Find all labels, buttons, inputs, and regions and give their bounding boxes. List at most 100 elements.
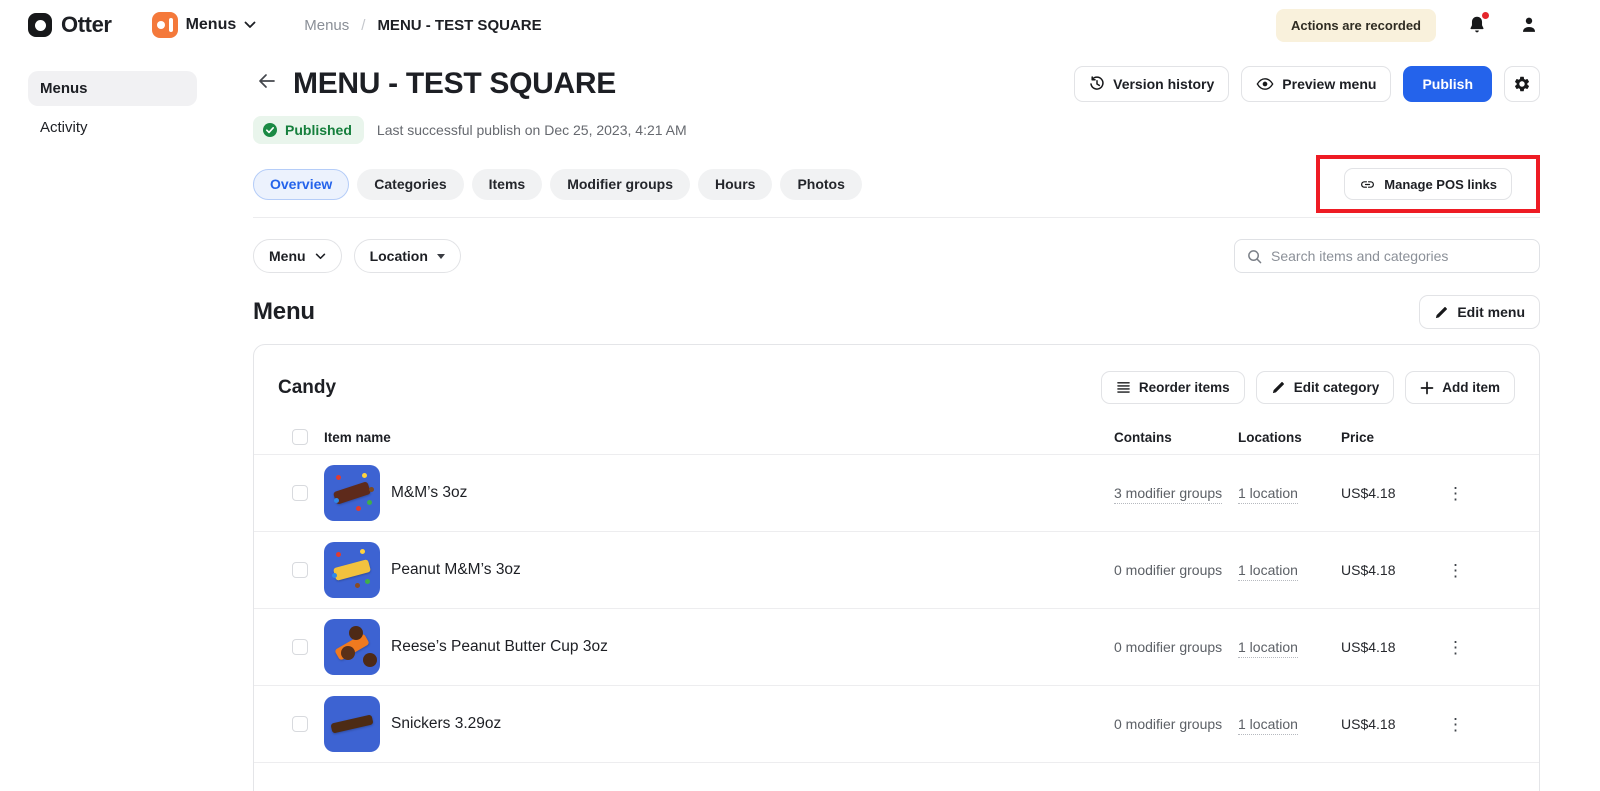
user-icon [1518,14,1540,36]
brand-name: Otter [61,12,112,38]
top-bar: Otter Menus Menus / MENU - TEST SQUARE A… [0,0,1600,50]
back-arrow-icon [257,72,277,90]
search-icon [1247,249,1262,264]
manage-pos-links-label: Manage POS links [1384,177,1497,192]
item-image [324,619,380,675]
pencil-icon [1434,305,1449,320]
table-header-row: Item name Contains Locations Price [254,420,1539,454]
column-header-locations: Locations [1238,430,1341,445]
row-checkbox[interactable] [292,639,308,655]
manage-pos-links-button[interactable]: Manage POS links [1344,168,1512,200]
chevron-down-icon [244,21,256,29]
preview-menu-button[interactable]: Preview menu [1241,66,1391,102]
locations-cell[interactable]: 1 location [1238,716,1341,732]
price-cell: US$4.18 [1341,716,1441,732]
menu-dropdown[interactable]: Menu [253,239,342,273]
locations-cell[interactable]: 1 location [1238,639,1341,655]
publish-button[interactable]: Publish [1403,66,1492,102]
preview-menu-label: Preview menu [1282,76,1376,92]
caret-down-icon [437,254,445,259]
breadcrumb-separator: / [361,17,365,34]
back-button[interactable] [253,68,281,100]
breadcrumb: Menus / MENU - TEST SQUARE [304,17,541,34]
contains-cell[interactable]: 3 modifier groups [1114,485,1238,501]
actions-recorded-badge: Actions are recorded [1276,9,1436,42]
gear-icon [1513,75,1531,93]
chevron-down-icon [315,253,326,260]
app-switcher-label: Menus [186,16,237,34]
row-checkbox[interactable] [292,485,308,501]
otter-brand: Otter [28,12,112,38]
contains-cell: 0 modifier groups [1114,562,1238,578]
version-history-label: Version history [1113,76,1214,92]
category-name: Candy [278,377,336,399]
item-name[interactable]: Reese’s Peanut Butter Cup 3oz [391,638,1114,656]
breadcrumb-parent[interactable]: Menus [304,17,349,34]
table-row: Peanut M&M’s 3oz 0 modifier groups 1 loc… [254,531,1539,608]
location-dropdown-label: Location [370,248,428,264]
locations-cell[interactable]: 1 location [1238,485,1341,501]
table-row: M&M’s 3oz 3 modifier groups 1 location U… [254,454,1539,531]
price-cell: US$4.18 [1341,562,1441,578]
notification-dot [1482,12,1489,19]
table-row: Snickers 3.29oz 0 modifier groups 1 loca… [254,685,1539,762]
tab-categories[interactable]: Categories [357,169,463,200]
item-image [324,696,380,752]
pencil-icon [1271,380,1286,395]
row-menu-button[interactable]: ⋮ [1441,635,1469,660]
app-switcher[interactable]: Menus [152,12,257,38]
notifications-button[interactable] [1466,14,1488,36]
row-menu-button[interactable]: ⋮ [1441,481,1469,506]
select-all-checkbox[interactable] [292,429,308,445]
publish-label: Publish [1422,76,1473,92]
row-menu-button[interactable]: ⋮ [1441,558,1469,583]
edit-category-button[interactable]: Edit category [1256,371,1395,404]
search-field[interactable] [1234,239,1540,273]
locations-cell[interactable]: 1 location [1238,562,1341,578]
reorder-lines-icon [1116,381,1131,394]
location-dropdown[interactable]: Location [354,239,461,273]
sidebar-item-activity[interactable]: Activity [28,110,197,145]
breadcrumb-current: MENU - TEST SQUARE [377,17,541,34]
row-checkbox[interactable] [292,716,308,732]
account-button[interactable] [1518,14,1540,36]
settings-button[interactable] [1504,66,1540,102]
column-header-item-name: Item name [324,430,1114,445]
check-circle-icon [262,122,278,138]
tab-hours[interactable]: Hours [698,169,772,200]
version-history-button[interactable]: Version history [1074,66,1229,102]
page-title: MENU - TEST SQUARE [293,67,616,101]
menu-section-heading: Menu [253,298,315,326]
reorder-items-label: Reorder items [1139,380,1230,395]
status-label: Published [285,122,352,138]
edit-menu-button[interactable]: Edit menu [1419,295,1540,329]
edit-category-label: Edit category [1294,380,1380,395]
item-name[interactable]: Peanut M&M’s 3oz [391,561,1114,579]
sidebar: Menus Activity [0,50,225,791]
plus-icon [1420,381,1434,395]
row-checkbox[interactable] [292,562,308,578]
last-publish-text: Last successful publish on Dec 25, 2023,… [377,122,687,138]
tab-modifier-groups[interactable]: Modifier groups [550,169,690,200]
item-name[interactable]: Snickers 3.29oz [391,715,1114,733]
search-input[interactable] [1271,248,1527,264]
table-bottom-divider [254,762,1539,763]
contains-cell: 0 modifier groups [1114,639,1238,655]
tab-items[interactable]: Items [472,169,543,200]
column-header-price: Price [1341,430,1441,445]
reorder-items-button[interactable]: Reorder items [1101,371,1245,404]
price-cell: US$4.18 [1341,639,1441,655]
annotation-highlight-box: Manage POS links [1316,155,1540,213]
menus-app-icon [152,12,178,38]
category-card: Candy Reorder items Edit category Add it… [253,344,1540,791]
item-image [324,542,380,598]
tab-overview[interactable]: Overview [253,169,349,200]
item-name[interactable]: M&M’s 3oz [391,484,1114,502]
add-item-button[interactable]: Add item [1405,371,1515,404]
tab-photos[interactable]: Photos [780,169,861,200]
menu-dropdown-label: Menu [269,248,306,264]
history-icon [1089,76,1105,92]
sidebar-item-menus[interactable]: Menus [28,71,197,106]
row-menu-button[interactable]: ⋮ [1441,712,1469,737]
edit-menu-label: Edit menu [1457,304,1525,320]
